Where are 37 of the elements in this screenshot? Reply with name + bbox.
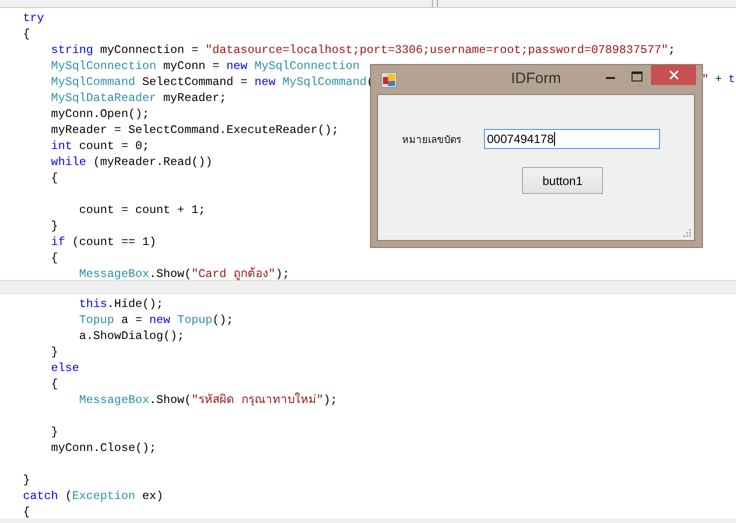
field-label: หมายเลขบัตร: [402, 134, 462, 146]
action-button[interactable]: button1: [522, 167, 603, 194]
code-line: a.ShowDialog();: [78, 328, 184, 344]
code-line: while (myReader.Read()): [50, 154, 212, 170]
code-line: MySqlConnection myConn = new MySqlConnection: [50, 58, 360, 74]
code-line: myConn.Open();: [50, 106, 150, 122]
input-field[interactable]: 0007494178: [484, 129, 660, 149]
close-icon: [668, 70, 678, 80]
code-line: }: [23, 472, 30, 488]
code-line: Topup a = new Topup();: [78, 312, 234, 328]
code-line: }: [50, 424, 58, 440]
code-line: {: [50, 250, 58, 266]
code-line: }: [50, 344, 58, 360]
code-line: myConn.Close();: [50, 440, 156, 456]
code-line: catch (Exception ex): [23, 488, 164, 504]
code-line: MessageBox.Show("รหัสผิด กรุณาทาบใหม่");: [78, 392, 338, 408]
code-line: {: [23, 504, 30, 520]
code-line: else: [50, 360, 80, 376]
code-line: if (count == 1): [50, 234, 156, 250]
close-button[interactable]: [651, 65, 696, 85]
code-line: try: [23, 10, 44, 26]
code-line: this.Hide();: [78, 296, 164, 312]
code-line: MessageBox.Show("Card ถูกต้อง");: [78, 266, 290, 282]
app-icon: [381, 72, 397, 88]
code-line: string myConnection = "datasource=localhost;port=3306;username=root;password=0789837577";: [50, 42, 676, 58]
code-line: {: [50, 376, 58, 392]
maximize-icon[interactable]: [631, 71, 643, 83]
code-line: int count = 0;: [50, 138, 150, 154]
code-line: count = count + 1;: [78, 202, 206, 218]
window-title: IDForm: [511, 70, 561, 87]
code-line: myReader = SelectCommand.ExecuteReader();: [50, 122, 339, 138]
code-line: {: [23, 26, 30, 42]
code-line: " + t: [702, 73, 735, 88]
code-line: {: [50, 170, 58, 186]
code-line: MySqlDataReader myReader;: [50, 90, 226, 106]
resize-grip-icon[interactable]: [683, 229, 692, 238]
code-line: }: [50, 218, 58, 234]
